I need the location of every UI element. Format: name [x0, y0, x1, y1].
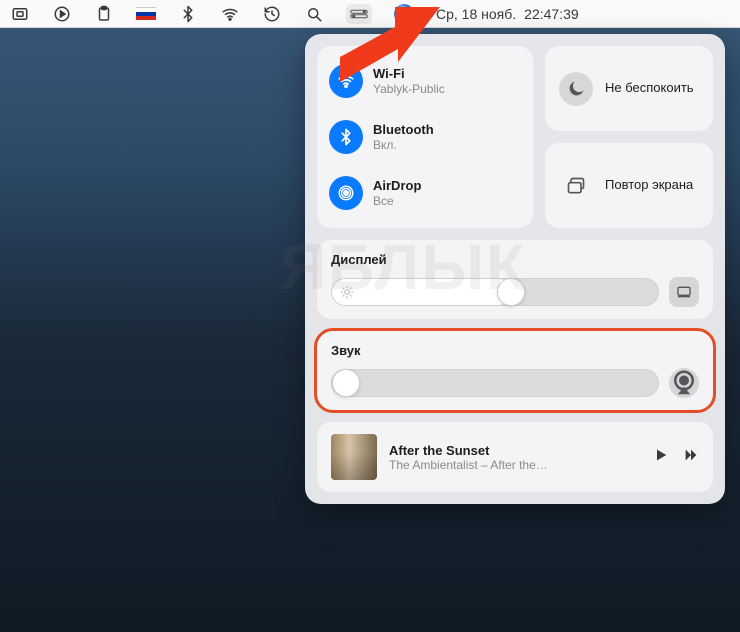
bluetooth-toggle[interactable]: Bluetooth Вкл.: [329, 112, 521, 162]
time-label: 22:47:39: [524, 6, 579, 22]
screen-mirroring-icon: [559, 169, 593, 203]
menubar-clock[interactable]: Ср, 18 нояб. 22:47:39: [436, 6, 579, 22]
airdrop-icon: [329, 176, 363, 210]
brightness-slider[interactable]: [331, 278, 659, 306]
connectivity-tile: Wi-Fi Yablyk-Public Bluetooth Вкл. Air: [317, 46, 533, 228]
wifi-label: Wi-Fi: [373, 66, 445, 81]
airdrop-status: Все: [373, 194, 421, 208]
control-center-panel: Wi-Fi Yablyk-Public Bluetooth Вкл. Air: [305, 34, 725, 504]
control-center-icon[interactable]: [346, 4, 372, 24]
track-subtitle: The Ambientalist – After the…: [389, 458, 641, 472]
screen-mirroring-label: Повтор экрана: [605, 178, 693, 193]
display-label: Дисплей: [331, 252, 699, 267]
wifi-icon[interactable]: [220, 4, 240, 24]
airdrop-toggle[interactable]: AirDrop Все: [329, 168, 521, 218]
dnd-label: Не беспокоить: [605, 81, 694, 96]
input-source-flag[interactable]: [136, 4, 156, 24]
siri-icon[interactable]: [394, 4, 414, 24]
bluetooth-icon: [329, 120, 363, 154]
bluetooth-icon[interactable]: [178, 4, 198, 24]
track-title: After the Sunset: [389, 443, 641, 458]
wifi-icon: [329, 64, 363, 98]
wifi-toggle[interactable]: Wi-Fi Yablyk-Public: [329, 56, 521, 106]
bluetooth-status: Вкл.: [373, 138, 434, 152]
now-playing-tile[interactable]: After the Sunset The Ambientalist – Afte…: [317, 422, 713, 492]
wifi-status: Yablyk-Public: [373, 82, 445, 96]
display-tile: Дисплей: [317, 240, 713, 319]
sound-tile: Звук: [317, 331, 713, 410]
menubar: Ср, 18 нояб. 22:47:39: [0, 0, 740, 28]
screen-recording-icon[interactable]: [52, 4, 72, 24]
sun-icon: [340, 285, 354, 299]
volume-slider[interactable]: [331, 369, 659, 397]
clipboard-icon[interactable]: [94, 4, 114, 24]
screen-mirroring-button[interactable]: Повтор экрана: [545, 143, 713, 228]
airdrop-label: AirDrop: [373, 178, 421, 193]
sound-label: Звук: [331, 343, 699, 358]
spotlight-icon[interactable]: [304, 4, 324, 24]
display-output-button[interactable]: [669, 277, 699, 307]
moon-icon: [559, 72, 593, 106]
bluetooth-label: Bluetooth: [373, 122, 434, 137]
next-button[interactable]: [683, 447, 699, 468]
date-label: Ср, 18 нояб.: [436, 6, 516, 22]
time-machine-icon[interactable]: [262, 4, 282, 24]
album-art: [331, 434, 377, 480]
play-button[interactable]: [653, 447, 669, 468]
keyboard-viewer-icon[interactable]: [10, 4, 30, 24]
dnd-toggle[interactable]: Не беспокоить: [545, 46, 713, 131]
audio-output-button[interactable]: [669, 368, 699, 398]
